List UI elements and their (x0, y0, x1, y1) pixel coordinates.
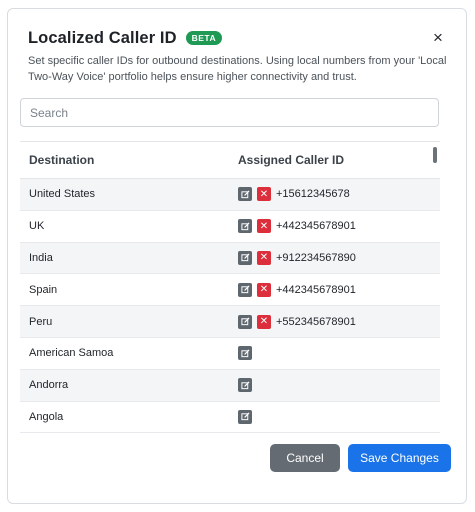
edit-icon[interactable] (238, 282, 252, 297)
destination-cell: Angola (29, 410, 64, 423)
caller-id-number: +552345678901 (276, 315, 356, 328)
caller-id-number: +912234567890 (276, 251, 356, 264)
delete-icon[interactable]: ✕ (257, 250, 271, 265)
destination-cell: UK (29, 220, 45, 233)
beta-badge: BETA (185, 31, 223, 45)
table-row: Andorra (20, 369, 440, 402)
caller-id-table: Destination Assigned Caller ID United St… (20, 141, 440, 435)
delete-icon[interactable]: ✕ (257, 187, 271, 202)
table-row: American Samoa (20, 338, 440, 370)
destination-cell: American Samoa (29, 347, 114, 360)
search-input[interactable] (20, 98, 439, 127)
caller-id-cell (238, 378, 440, 393)
table-row: India ✕ +912234567890 (20, 242, 440, 275)
edit-icon[interactable] (238, 314, 252, 329)
table-body: United States ✕ +15612345678 UK ✕ +4423456789… (20, 179, 440, 434)
table-header: Destination Assigned Caller ID (20, 142, 440, 179)
edit-icon[interactable] (238, 378, 252, 393)
edit-icon[interactable] (238, 219, 252, 234)
delete-icon[interactable]: ✕ (257, 314, 271, 329)
table-row: UK ✕ +442345678901 (20, 211, 440, 243)
caller-id-cell: ✕ +442345678901 (238, 219, 440, 234)
cancel-button[interactable]: Cancel (270, 444, 340, 472)
destination-cell: India (29, 251, 53, 264)
table-scrollbar[interactable] (433, 147, 437, 163)
destination-cell: Peru (29, 315, 53, 328)
destination-cell: United States (29, 188, 96, 201)
edit-icon[interactable] (238, 409, 252, 424)
dialog-footer: Cancel Save Changes (270, 444, 451, 472)
table-row: Peru ✕ +552345678901 (20, 306, 440, 338)
caller-id-cell (238, 346, 440, 361)
dialog-description: Set specific caller IDs for outbound des… (28, 55, 447, 83)
table-row: Angola (20, 402, 440, 434)
edit-icon[interactable] (238, 250, 252, 265)
destination-cell: Andorra (29, 379, 69, 392)
header-assigned-caller-id: Assigned Caller ID (238, 153, 345, 167)
caller-id-cell: ✕ +552345678901 (238, 314, 440, 329)
table-row: United States ✕ +15612345678 (20, 179, 440, 211)
close-icon[interactable]: × (428, 28, 448, 48)
edit-icon[interactable] (238, 187, 252, 202)
save-changes-button[interactable]: Save Changes (348, 444, 451, 472)
caller-id-number: +442345678901 (276, 283, 356, 296)
destination-cell: Spain (29, 283, 58, 296)
caller-id-cell (238, 409, 440, 424)
dialog-header: Localized Caller ID BETA × (28, 27, 452, 49)
header-destination: Destination (29, 153, 95, 167)
caller-id-number: +15612345678 (276, 188, 350, 201)
caller-id-cell: ✕ +15612345678 (238, 187, 440, 202)
caller-id-cell: ✕ +912234567890 (238, 250, 440, 265)
delete-icon[interactable]: ✕ (257, 282, 271, 297)
caller-id-cell: ✕ +442345678901 (238, 282, 440, 297)
dialog-title: Localized Caller ID (28, 28, 177, 47)
caller-id-number: +442345678901 (276, 220, 356, 233)
edit-icon[interactable] (238, 346, 252, 361)
table-row: Spain ✕ +442345678901 (20, 274, 440, 307)
delete-icon[interactable]: ✕ (257, 219, 271, 234)
